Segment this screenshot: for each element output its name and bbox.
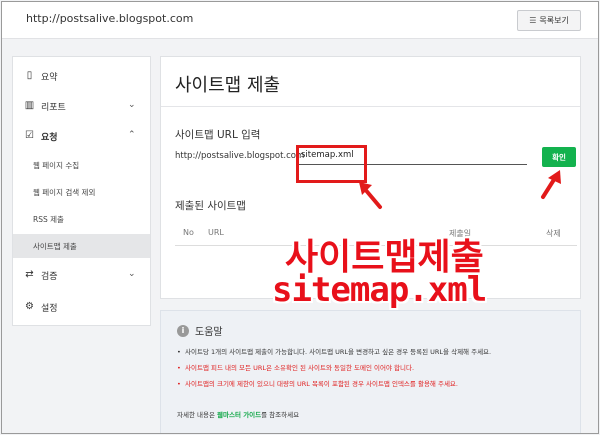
gear-icon: ⚙ [25,301,34,312]
site-url: http://postsalive.blogspot.com [26,12,194,25]
list-view-label: 목록보기 [539,16,569,25]
help-panel: i 도움말 사이트당 1개의 사이트맵 제출이 가능합니다. 사이트맵 URL을… [160,310,581,433]
sidebar-item-label: 요청 [41,133,58,143]
page-title: 사이트맵 제출 [175,75,281,96]
top-bar: http://postsalive.blogspot.com ☰ 목록보기 [2,2,598,39]
help-title-text: 도움말 [195,327,223,338]
sidebar-item-label: 요약 [41,73,58,83]
document-icon: ▯ [26,70,33,81]
sidebar-subitem-label: 웹 페이지 수집 [33,161,80,170]
help-item: 사이트당 1개의 사이트맵 제출이 가능합니다. 사이트맵 URL을 변경하고 … [177,345,491,361]
arrow-annotation-button [541,170,561,199]
help-title: i 도움말 [177,323,223,338]
list-view-button[interactable]: ☰ 목록보기 [517,10,581,31]
checkbox-icon: ☑ [25,130,34,141]
help-item: 사이트맵 피드 내의 모든 URL은 소유확인 된 사이트와 동일한 도메인 이… [177,361,491,377]
chevron-down-icon: ⌄ [128,100,136,110]
sidebar-item-label: 설정 [41,304,58,314]
sidebar-item-label: 검증 [41,272,58,282]
help-footer: 자세한 내용은 웹마스터 가이드를 참조하세요 [177,409,299,419]
arrow-annotation-input [359,182,382,209]
sidebar-subitem-label: 웹 페이지 검색 제외 [33,188,96,197]
screenshot-frame: http://postsalive.blogspot.com ☰ 목록보기 ▯ … [1,1,599,434]
section-title: 사이트맵 URL 입력 [175,129,261,141]
column-header-no: No [183,228,194,237]
base-url-label: http://postsalive.blogspot.com [175,151,305,161]
column-header-delete: 삭제 [546,229,561,238]
webmaster-guide-link[interactable]: 웹마스터 가이드 [217,411,261,419]
sidebar: ▯ 요약 ▥ 리포트 ⌄ ☑ 요청 ⌃ 웹 페이지 수집 웹 페이지 검색 제외… [12,56,151,326]
sidebar-subitem-sitemap[interactable]: 사이트맵 제출 [13,234,150,258]
swap-icon: ⇄ [25,269,34,280]
sidebar-item-summary[interactable]: ▯ 요약 [13,61,150,91]
sidebar-item-verify[interactable]: ⇄ 검증 ⌄ [13,260,150,290]
bar-chart-icon: ▥ [24,100,35,111]
info-icon: i [177,324,189,337]
help-list: 사이트당 1개의 사이트맵 제출이 가능합니다. 사이트맵 URL을 변경하고 … [177,345,491,393]
help-footer-suffix: 를 참조하세요 [261,411,300,419]
list-icon: ☰ [529,16,537,25]
sidebar-item-report[interactable]: ▥ 리포트 ⌄ [13,91,150,121]
sidebar-item-settings[interactable]: ⚙ 설정 [13,292,150,322]
chevron-down-icon: ⌄ [128,269,136,279]
highlight-box [296,145,367,183]
sidebar-subitem-label: 사이트맵 제출 [33,242,77,251]
column-header-url: URL [208,228,224,237]
sidebar-subitem-rss[interactable]: RSS 제출 [13,207,150,231]
help-item: 사이트맵의 크기에 제한이 있으니 대량의 URL 목록이 포함된 경우 사이트… [177,377,491,393]
sidebar-subitem-page-collect[interactable]: 웹 페이지 수집 [13,153,150,177]
sidebar-item-label: 리포트 [41,103,66,113]
help-footer-prefix: 자세한 내용은 [177,411,218,419]
confirm-button[interactable]: 확인 [542,147,576,167]
sidebar-item-request[interactable]: ☑ 요청 ⌃ [13,121,150,151]
overlay-title-sitemap: sitemap.xml [272,270,487,310]
divider [161,106,580,107]
sidebar-subitem-label: RSS 제출 [33,215,64,224]
submitted-sitemaps-title: 제출된 사이트맵 [175,200,246,212]
chevron-up-icon: ⌃ [128,130,136,140]
sidebar-subitem-page-exclude[interactable]: 웹 페이지 검색 제외 [13,180,150,204]
